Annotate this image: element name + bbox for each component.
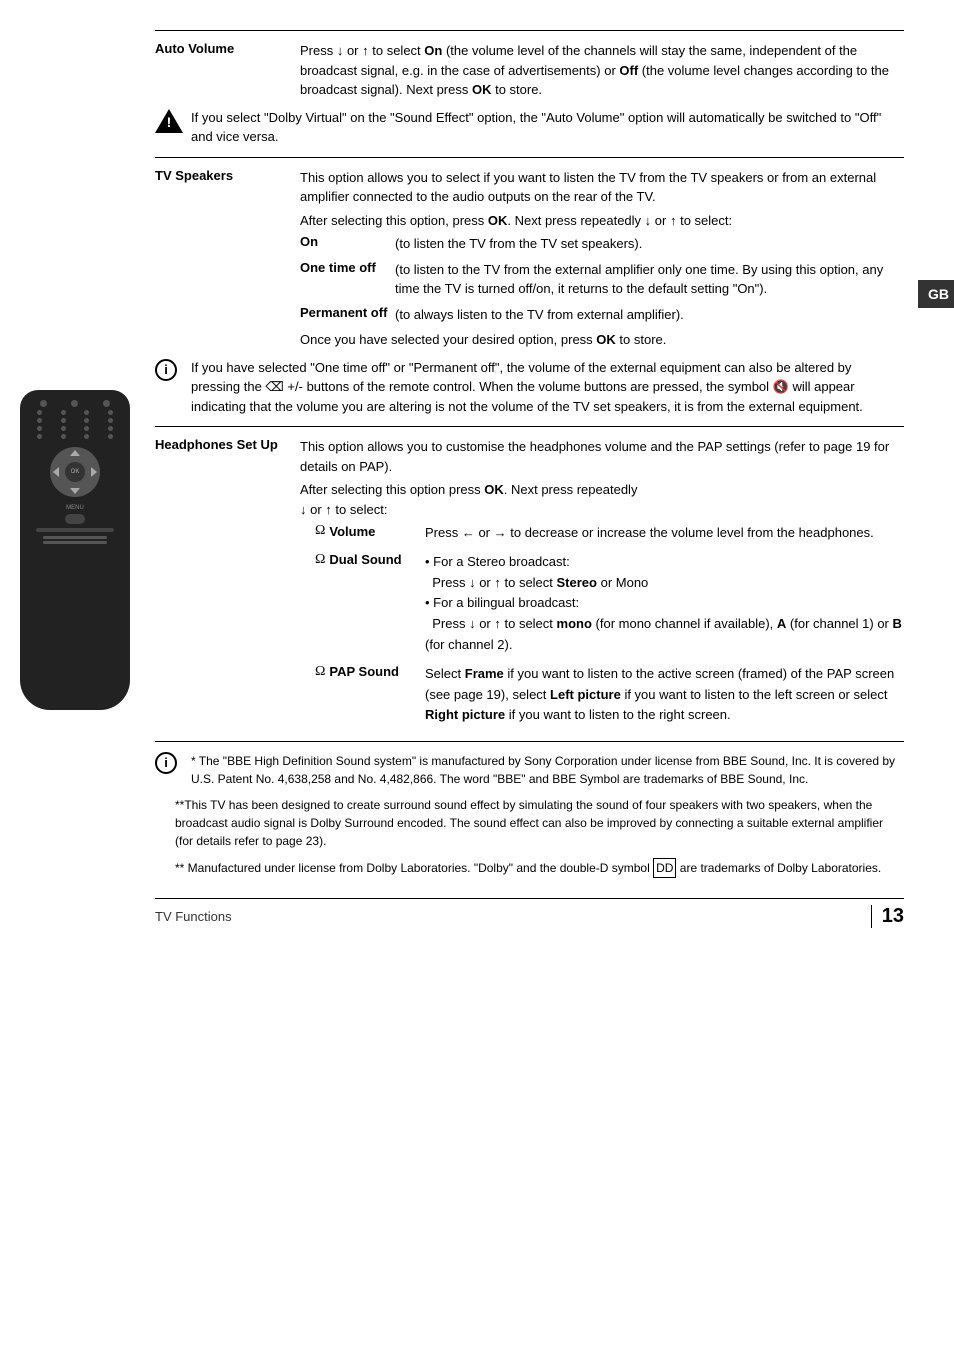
remote-small-bar: [43, 536, 107, 539]
remote-btn: [84, 410, 89, 415]
page-footer: TV Functions 13: [155, 898, 904, 928]
headphones-row: Headphones Set Up This option allows you…: [155, 437, 904, 476]
tv-speakers-row: TV Speakers This option allows you to se…: [155, 168, 904, 207]
footer-note-1-text: * The "BBE High Definition Sound system"…: [191, 752, 904, 788]
remote-button-row: [28, 434, 122, 439]
headphones-after: After selecting this option press OK. Ne…: [300, 480, 904, 519]
auto-volume-section: Auto Volume Press ↓ or ↑ to select On (t…: [155, 41, 904, 147]
remote-button-row: [28, 410, 122, 415]
tv-speakers-store: Once you have selected your desired opti…: [300, 330, 904, 350]
remote-right-arrow: [91, 467, 97, 477]
remote-btn: [37, 410, 42, 415]
remote-btn: [108, 418, 113, 423]
remote-btn: [84, 434, 89, 439]
auto-volume-row: Auto Volume Press ↓ or ↑ to select On (t…: [155, 41, 904, 100]
gb-tab: GB: [918, 280, 954, 308]
remote-bar: [36, 528, 114, 532]
headphones-dualsound-label: Ω Dual Sound: [315, 552, 425, 568]
tv-speakers-label: TV Speakers: [155, 168, 300, 183]
tv-speakers-permanentoff-label: Permanent off: [300, 305, 395, 320]
tv-speakers-text: This option allows you to select if you …: [300, 168, 904, 207]
tv-speakers-permanentoff-row: Permanent off (to always listen to the T…: [300, 305, 904, 325]
headphones-papsound-text: Select Frame if you want to listen to th…: [425, 664, 904, 726]
footer-note-2: **This TV has been designed to create su…: [175, 796, 904, 850]
remote-dpad: OK: [50, 447, 100, 497]
auto-volume-warning: ! If you select "Dolby Virtual" on the "…: [155, 108, 904, 147]
remote-up-arrow: [70, 450, 80, 456]
headphones-label: Headphones Set Up: [155, 437, 300, 452]
dolby-symbol-icon: DD: [653, 858, 676, 878]
headphones-section: Headphones Set Up This option allows you…: [155, 437, 904, 726]
remote-btn: [61, 434, 66, 439]
footer-section: i * The "BBE High Definition Sound syste…: [155, 741, 904, 878]
tv-speakers-after: After selecting this option, press OK. N…: [300, 211, 904, 231]
remote-btn: [108, 410, 113, 415]
tv-speakers-onetimeoff-row: One time off (to listen to the TV from t…: [300, 260, 904, 299]
tv-speakers-permanentoff-text: (to always listen to the TV from externa…: [395, 305, 904, 325]
page: GB: [0, 0, 954, 1356]
headphones-volume-label: Ω Volume: [315, 523, 425, 539]
remote-btn: [108, 426, 113, 431]
headphones-papsound-label: Ω PAP Sound: [315, 664, 425, 680]
remote-btn: [84, 426, 89, 431]
tv-speakers-info-text: If you have selected "One time off" or "…: [191, 358, 904, 417]
remote-button-row: [28, 426, 122, 431]
footer-note-3: ** Manufactured under license from Dolby…: [175, 858, 904, 878]
remote-left-arrow: [53, 467, 59, 477]
remote-btn: [37, 434, 42, 439]
headphones-dualsound-text: • For a Stereo broadcast: Press ↓ or ↑ t…: [425, 552, 904, 656]
tv-speakers-onetimeoff-text: (to listen to the TV from the external a…: [395, 260, 904, 299]
auto-volume-warning-text: If you select "Dolby Virtual" on the "So…: [191, 108, 904, 147]
main-content: Auto Volume Press ↓ or ↑ to select On (t…: [155, 30, 904, 928]
tv-speakers-onetimeoff-label: One time off: [300, 260, 395, 275]
auto-volume-text: Press ↓ or ↑ to select On (the volume le…: [300, 41, 904, 100]
tv-speakers-on-text: (to listen the TV from the TV set speake…: [395, 234, 904, 254]
remote-btn: [61, 410, 66, 415]
remote-button-row: [28, 418, 122, 423]
tv-speakers-section: TV Speakers This option allows you to se…: [155, 168, 904, 417]
remote-body: OK MENU: [20, 390, 130, 710]
info-circle-icon: i: [155, 359, 191, 381]
page-footer-label: TV Functions: [155, 909, 232, 924]
tv-speakers-info: i If you have selected "One time off" or…: [155, 358, 904, 417]
page-number: 13: [871, 905, 904, 928]
remote-btn: [37, 418, 42, 423]
remote-btn: [108, 434, 113, 439]
remote-down-arrow: [70, 488, 80, 494]
remote-menu-circle: [65, 514, 85, 524]
footer-note-1: i * The "BBE High Definition Sound syste…: [155, 752, 904, 788]
footer-info-icon: i: [155, 752, 191, 775]
remote-menu-label: MENU: [28, 505, 122, 511]
auto-volume-label: Auto Volume: [155, 41, 300, 56]
section-divider-2: [155, 426, 904, 427]
warning-triangle-icon: !: [155, 109, 191, 138]
headphones-volume-text: Press ← or → to decrease or increase the…: [425, 523, 904, 544]
headphones-papsound-row: Ω PAP Sound Select Frame if you want to …: [315, 664, 904, 726]
remote-btn: [84, 418, 89, 423]
remote-indicator-dot: [103, 400, 110, 407]
remote-btn: [61, 418, 66, 423]
top-divider: [155, 30, 904, 31]
remote-indicator-dot: [71, 400, 78, 407]
tv-speakers-on-label: On: [300, 234, 395, 249]
remote-indicator-dot: [40, 400, 47, 407]
tv-speakers-on-row: On (to listen the TV from the TV set spe…: [300, 234, 904, 254]
remote-control-image: OK MENU: [10, 390, 140, 710]
remote-btn: [37, 426, 42, 431]
remote-btn: [61, 426, 66, 431]
headphones-volume-row: Ω Volume Press ← or → to decrease or inc…: [315, 523, 904, 544]
headphones-text: This option allows you to customise the …: [300, 437, 904, 476]
remote-top-row: [28, 400, 122, 407]
remote-ok-button: OK: [65, 462, 85, 482]
section-divider-1: [155, 157, 904, 158]
remote-small-bar: [43, 541, 107, 544]
headphones-dualsound-row: Ω Dual Sound • For a Stereo broadcast: P…: [315, 552, 904, 656]
triangle-icon: !: [155, 109, 183, 133]
